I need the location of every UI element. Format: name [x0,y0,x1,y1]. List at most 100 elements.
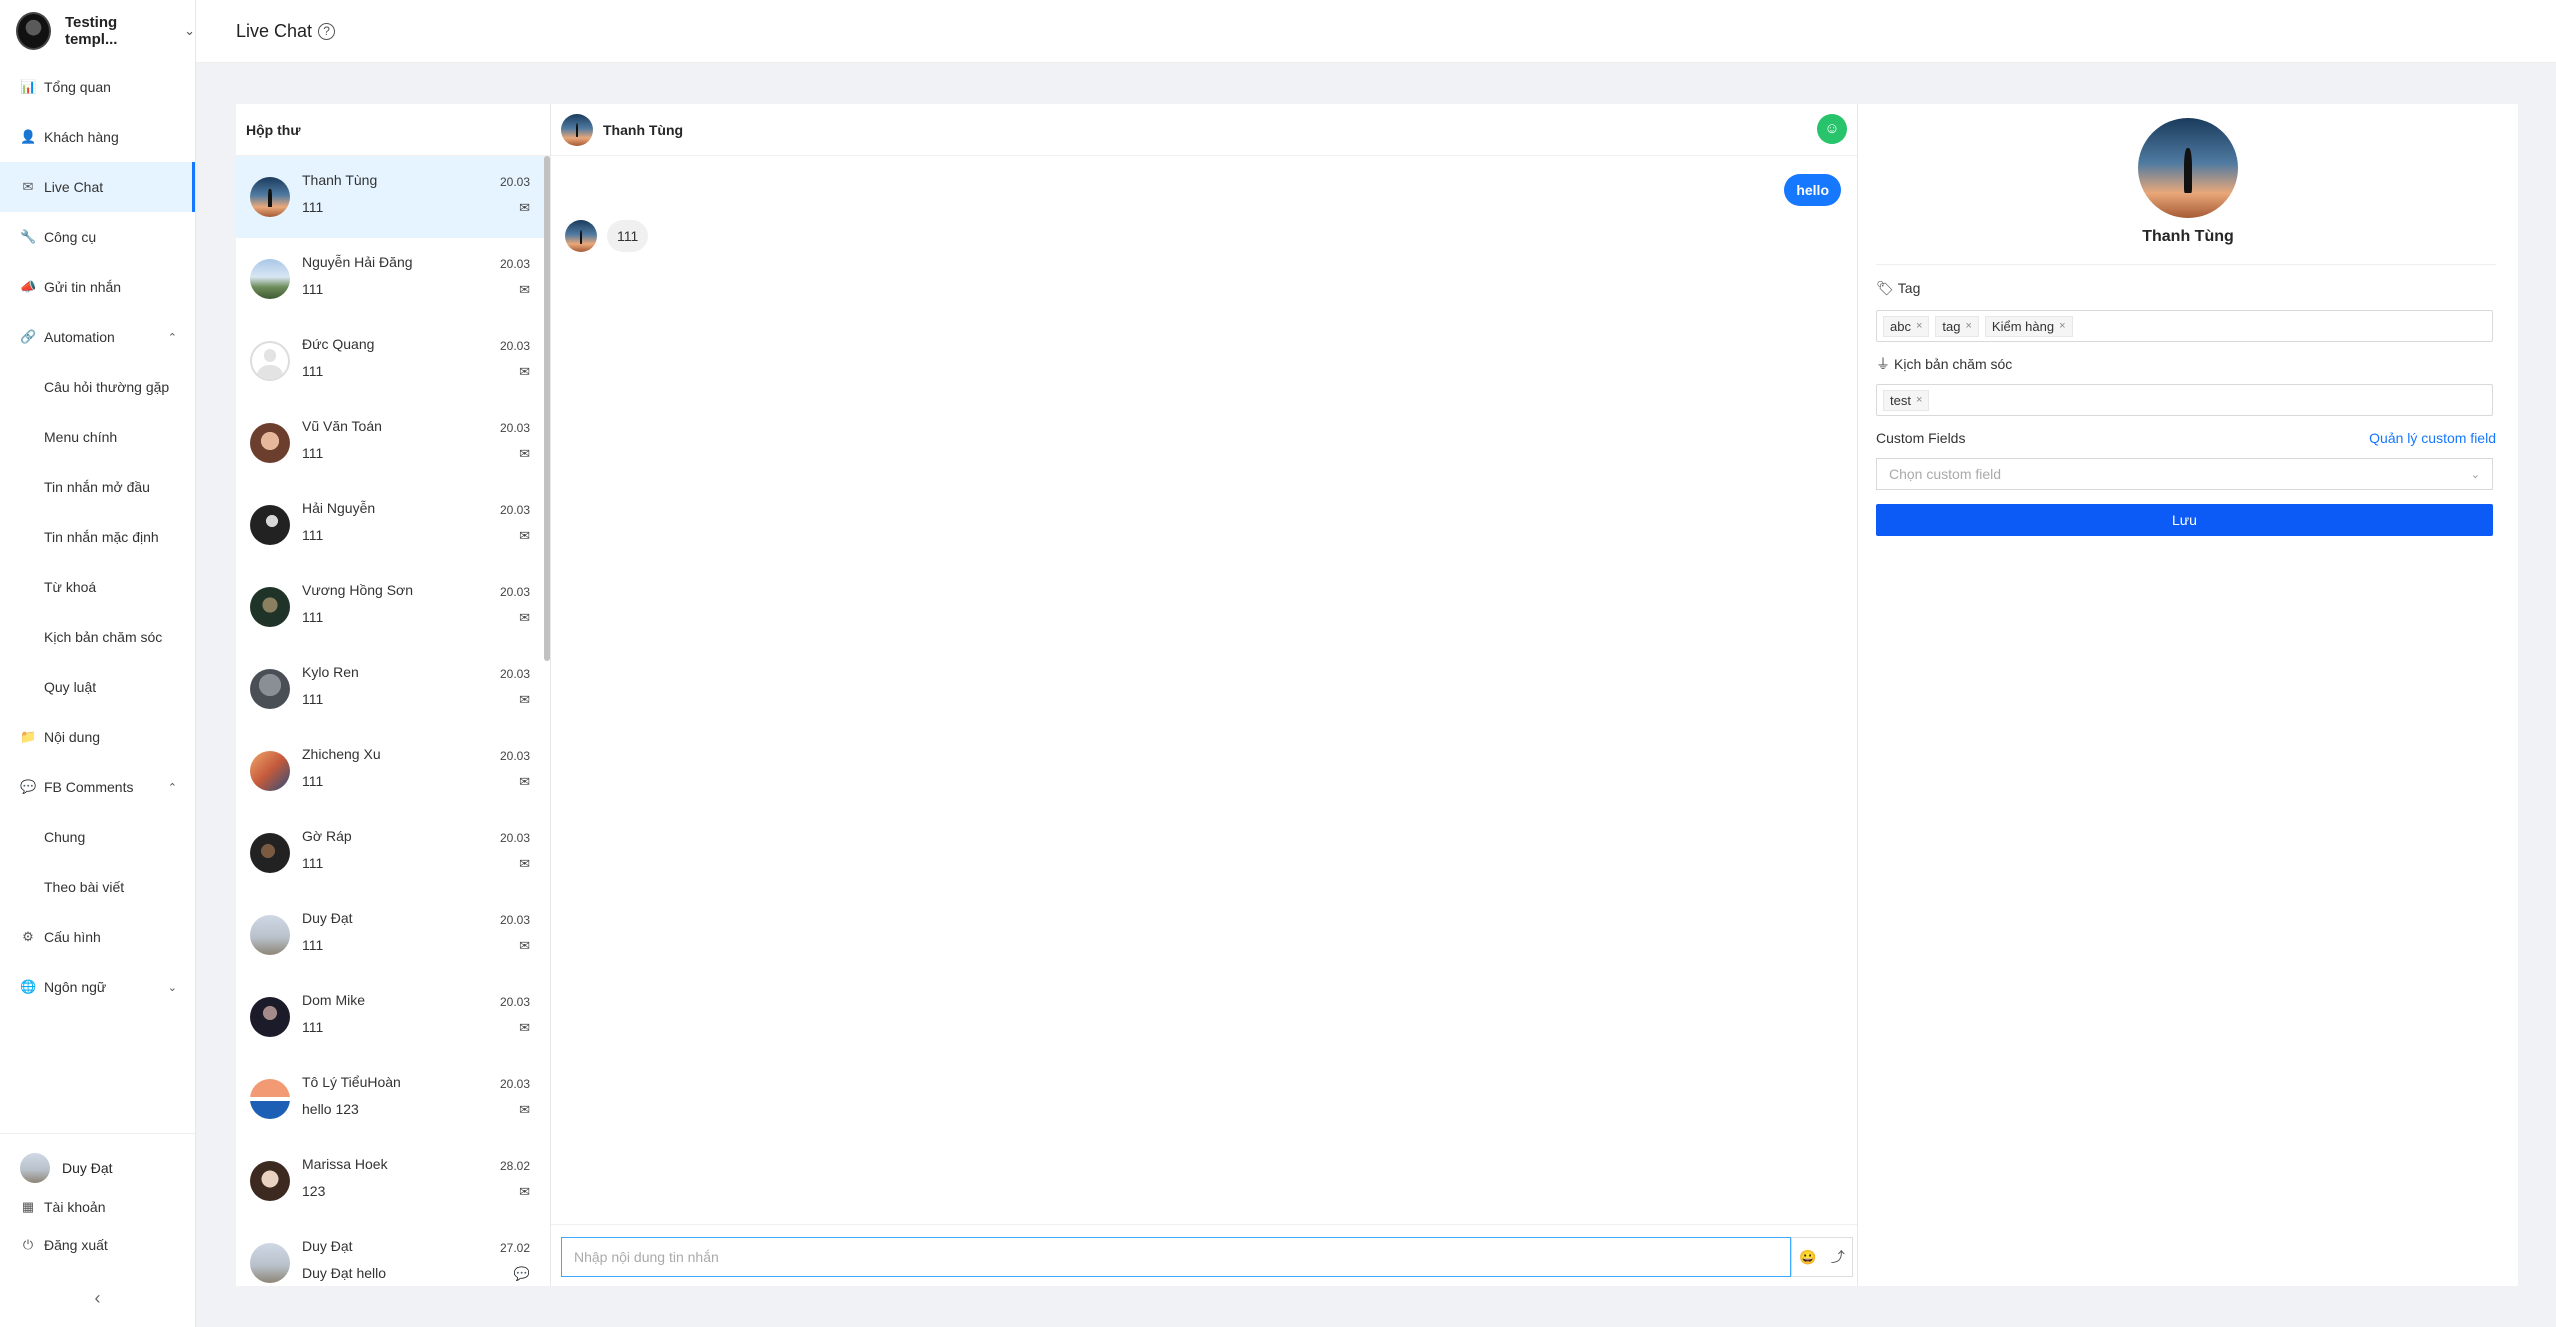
avatar [20,1153,50,1183]
conversation-item[interactable]: Đức Quang 111 20.03 ✉ [236,320,550,402]
conversation-preview: 111 [302,281,324,297]
remove-icon[interactable]: × [2059,320,2065,332]
help-icon[interactable]: ? [318,22,336,40]
conversation-item[interactable]: Tô Lý TiểuHoàn hello 123 20.03 ✉ [236,1058,550,1140]
custom-field-select[interactable]: Chọn custom field ⌄ [1876,458,2493,490]
collapse-sidebar-button[interactable]: ‹ [0,1288,195,1309]
tag-chip-label: tag [1942,318,1961,334]
sidebar-item-keywords[interactable]: Từ khoá [0,562,195,612]
tag-chip-label: abc [1890,318,1911,334]
chart-icon: 📊 [20,79,37,94]
conversation-item[interactable]: Gờ Ráp 111 20.03 ✉ [236,812,550,894]
custom-field-placeholder: Chọn custom field [1889,466,2002,482]
avatar [565,220,597,252]
conversation-item[interactable]: Hải Nguyễn 111 20.03 ✉ [236,484,550,566]
conversation-item[interactable]: Dom Mike 111 20.03 ✉ [236,976,550,1058]
conversation-name: Vũ Văn Toán [302,418,382,434]
sidebar-item-main-menu[interactable]: Menu chính [0,412,195,462]
tag-select[interactable]: abc × tag × Kiểm hàng × [1876,310,2493,342]
sidebar-item-send-message[interactable]: 📣 Gửi tin nhắn [0,262,195,312]
wrench-icon: 🔧 [20,229,37,244]
account-icon: ▦ [21,1199,35,1214]
sidebar-item-label: Công cụ [44,229,97,245]
chevron-up-icon: ⌃ [167,781,177,794]
sidebar-item-faq[interactable]: Câu hỏi thường gặp [0,362,195,412]
workspace-switcher[interactable]: Testing templ... ⌄ [0,0,195,62]
share-icon[interactable]: ⤴ [1831,1247,1845,1267]
conversation-item[interactable]: Duy Đạt Duy Đạt hello 27.02 💬 [236,1222,550,1286]
sidebar-item-general[interactable]: Chung [0,812,195,862]
sidebar-item-default-message[interactable]: Tin nhắn mặc định [0,512,195,562]
sidebar-item-fb-comments[interactable]: 💬 FB Comments ⌃ [0,762,195,812]
conversation-item[interactable]: Marissa Hoek 123 28.02 ✉ [236,1140,550,1222]
conversation-item[interactable]: Duy Đạt 111 20.03 ✉ [236,894,550,976]
save-button[interactable]: Lưu [1876,504,2493,536]
sidebar-item-label: Gửi tin nhắn [44,279,122,295]
sidebar-item-label: FB Comments [44,779,134,795]
comment-icon: 💬 [20,779,37,794]
conversation-time: 20.03 [499,339,530,353]
inbox-scrollbar[interactable] [544,156,550,661]
conversation-item[interactable]: Vũ Văn Toán 111 20.03 ✉ [236,402,550,484]
conversation-item[interactable]: Thanh Tùng 111 20.03 ✉ [236,156,550,238]
sidebar-item-customers[interactable]: 👤 Khách hàng [0,112,195,162]
sidebar-item-settings[interactable]: ⚙ Cấu hình [0,912,195,962]
chat-window: Thanh Tùng ☺ hello 111 😀 ⤴ [551,104,1858,1286]
profile-name: Thanh Tùng [2142,228,2234,245]
sidebar-item-by-post[interactable]: Theo bài viết [0,862,195,912]
manage-custom-field-link[interactable]: Quản lý custom field [2369,430,2496,446]
sidebar-item-label: Live Chat [44,179,104,195]
current-user[interactable]: Duy Đạt [0,1148,195,1188]
remove-icon[interactable]: × [1916,320,1922,332]
conversation-item[interactable]: Nguyễn Hải Đăng 111 20.03 ✉ [236,238,550,320]
script-chip: test × [1883,389,1930,411]
avatar [250,751,290,791]
conversation-item[interactable]: Kylo Ren 111 20.03 ✉ [236,648,550,730]
sidebar-item-label: Automation [44,329,115,345]
remove-icon[interactable]: × [1916,394,1922,406]
sidebar-item-logout[interactable]: ⏻ Đăng xuất [0,1226,195,1264]
conversation-time: 20.03 [499,175,530,189]
sidebar-item-overview[interactable]: 📊 Tổng quan [0,62,195,112]
sidebar-item-content[interactable]: 📁 Nội dung [0,712,195,762]
conversation-preview: 123 [302,1183,326,1199]
sidebar-item-rules[interactable]: Quy luật [0,662,195,712]
avatar [250,423,290,463]
sidebar-item-tools[interactable]: 🔧 Công cụ [0,212,195,262]
conversation-name: Hải Nguyễn [302,500,376,516]
sidebar-item-live-chat[interactable]: ✉ Live Chat [0,162,195,212]
megaphone-icon: 📣 [20,279,37,294]
remove-icon[interactable]: × [1965,320,1971,332]
tag-chip: abc × [1883,315,1930,337]
conversation-preview: 111 [302,363,324,379]
sidebar-item-welcome-message[interactable]: Tin nhắn mở đầu [0,462,195,512]
channel-bot-icon[interactable]: ☺ [1817,114,1847,144]
sidebar-item-label: Chung [44,829,86,845]
sidebar-item-language[interactable]: 🌐 Ngôn ngữ ⌄ [0,962,195,1012]
current-user-name: Duy Đạt [62,1160,113,1176]
chat-contact-name: Thanh Tùng [603,121,684,138]
sidebar-item-label: Kịch bản chăm sóc [44,629,163,645]
tag-label-text: Tag [1897,280,1921,296]
care-script-select[interactable]: test × [1876,384,2493,416]
conversation-name: Tô Lý TiểuHoàn [302,1074,401,1090]
avatar [561,113,593,146]
conversation-item[interactable]: Zhicheng Xu 111 20.03 ✉ [236,730,550,812]
conversation-time: 20.03 [499,503,530,517]
mail-icon: ✉ [519,1020,530,1035]
sidebar-item-label: Nội dung [44,729,101,745]
sidebar-item-automation[interactable]: 🔗 Automation ⌃ [0,312,195,362]
sidebar-item-account[interactable]: ▦ Tài khoản [0,1188,195,1226]
conversation-item[interactable]: Vương Hồng Sơn 111 20.03 ✉ [236,566,550,648]
sidebar-item-care-script[interactable]: Kịch bản chăm sóc [0,612,195,662]
tag-chip: Kiểm hàng × [1984,315,2073,337]
conversation-name: Duy Đạt [302,1238,353,1254]
conversation-name: Kylo Ren [302,664,359,680]
link-icon: 🔗 [20,329,37,344]
emoji-icon[interactable]: 😀 [1799,1249,1816,1266]
gear-icon: ⚙ [22,929,34,944]
logout-icon: ⏻ [22,1237,34,1252]
chevron-down-icon: ⌄ [2470,468,2480,481]
message-input[interactable] [561,1237,1791,1277]
mail-icon: ✉ [22,179,34,194]
